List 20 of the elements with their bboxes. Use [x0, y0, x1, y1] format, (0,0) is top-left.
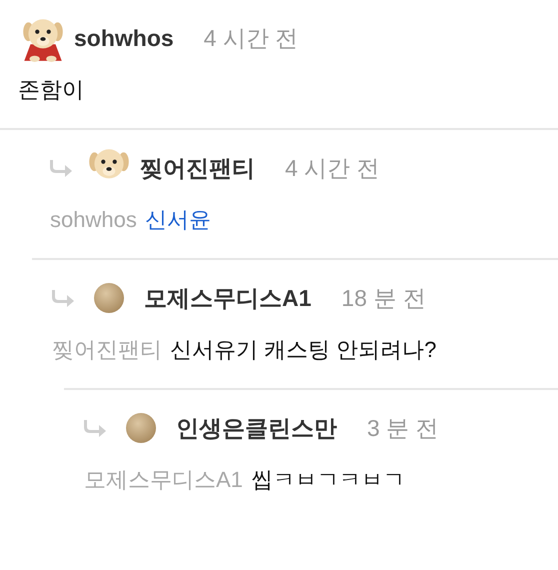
- comment-text: 존함이: [18, 76, 84, 104]
- author-name[interactable]: 인생은클린스만: [176, 412, 337, 444]
- comment-text: 씹ㅋㅂㄱㅋㅂㄱ: [250, 466, 405, 494]
- reply-arrow-icon: [52, 289, 76, 307]
- author-name[interactable]: 모제스무디스A1: [144, 282, 312, 314]
- author-name[interactable]: sohwhos: [74, 24, 174, 52]
- comment-time: 18 분 전: [341, 284, 426, 312]
- avatar-icon: [94, 283, 124, 313]
- comment-time: 4 시간 전: [285, 154, 380, 182]
- comment-link[interactable]: 신서윤: [144, 204, 211, 236]
- reply-arrow-icon: [50, 159, 74, 177]
- author-name[interactable]: 찢어진팬티: [140, 152, 255, 184]
- comment-time: 3 분 전: [367, 414, 439, 442]
- mentioned-user: 모제스무디스A1: [84, 466, 243, 494]
- mentioned-user: sohwhos: [50, 206, 137, 234]
- mentioned-user: 찢어진팬티: [52, 336, 162, 364]
- comment-time: 4 시간 전: [204, 24, 298, 52]
- avatar-icon: [126, 413, 156, 443]
- comment-text: 신서유기 캐스팅 안되려나?: [170, 336, 436, 364]
- reply-arrow-icon: [84, 419, 108, 437]
